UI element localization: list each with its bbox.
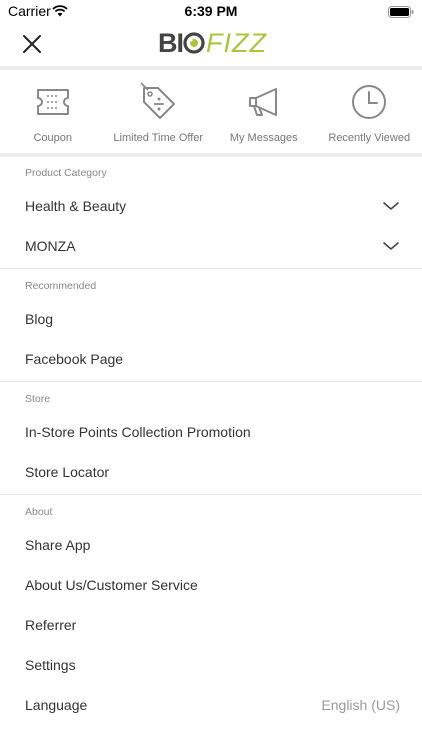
menu-item-label: Share App: [25, 537, 91, 553]
menu-item-label: Blog: [25, 311, 54, 327]
section-header-about: About: [25, 506, 53, 518]
clock-icon: [352, 85, 387, 119]
close-button[interactable]: [18, 30, 46, 58]
ticket-icon: [36, 89, 69, 115]
menu-item-label: MONZA: [25, 238, 76, 254]
menu-item-points-promotion[interactable]: In-Store Points Collection Promotion: [0, 412, 422, 452]
quick-action-label: My Messages: [229, 132, 298, 144]
chevron-down-icon: [383, 242, 399, 250]
menu-item-health-beauty[interactable]: Health & Beauty: [0, 186, 422, 226]
quick-action-label: Limited Time Offer: [113, 132, 204, 144]
section-header-recommended: Recommended: [25, 280, 97, 292]
status-time: 6:39 PM: [184, 3, 238, 19]
status-bar: Carrier 6:39 PM: [0, 0, 422, 22]
quick-action-label: Recently Viewed: [328, 132, 411, 144]
section-divider: [0, 268, 422, 269]
logo-o-icon: [183, 32, 205, 54]
menu-item-settings[interactable]: Settings: [0, 645, 422, 685]
quick-actions: Coupon Limited Time Offer My Messages Re…: [0, 70, 422, 154]
close-icon: [23, 35, 41, 53]
chevron-down-icon: [383, 202, 399, 210]
language-value: English (US): [321, 697, 400, 713]
app-header: BI FIZZ: [0, 22, 422, 66]
menu-item-share-app[interactable]: Share App: [0, 525, 422, 565]
menu-item-label: Health & Beauty: [25, 198, 127, 214]
discount-tag-icon: [140, 82, 176, 119]
menu-item-label: Facebook Page: [25, 351, 124, 367]
menu-item-label: About Us/Customer Service: [25, 577, 198, 593]
menu-item-about-us[interactable]: About Us/Customer Service: [0, 565, 422, 605]
quick-action-coupon[interactable]: Coupon: [0, 70, 106, 154]
side-menu: Product Category Health & Beauty MONZA R…: [0, 158, 422, 725]
quick-action-messages[interactable]: My Messages: [211, 70, 317, 154]
menu-item-language[interactable]: Language English (US): [0, 685, 422, 725]
menu-item-label: Store Locator: [25, 464, 110, 480]
megaphone-icon: [248, 88, 277, 116]
menu-item-label: In-Store Points Collection Promotion: [25, 424, 251, 440]
menu-item-store-locator[interactable]: Store Locator: [0, 452, 422, 492]
biofizz-logo: BI FIZZ: [158, 28, 267, 58]
menu-item-referrer[interactable]: Referrer: [0, 605, 422, 645]
section-header-store: Store: [25, 393, 51, 405]
section-divider: [0, 381, 422, 382]
logo-text-bio: BI: [158, 27, 184, 58]
quick-actions-divider: [0, 153, 422, 157]
menu-item-blog[interactable]: Blog: [0, 299, 422, 339]
quick-action-label: Coupon: [33, 132, 73, 144]
quick-action-limited-offer[interactable]: Limited Time Offer: [106, 70, 212, 154]
section-header-product-category: Product Category: [25, 167, 107, 179]
menu-item-facebook-page[interactable]: Facebook Page: [0, 339, 422, 379]
section-divider: [0, 494, 422, 495]
menu-item-monza[interactable]: MONZA: [0, 226, 422, 266]
logo-text-fizz: FIZZ: [206, 27, 267, 58]
battery-icon: [388, 5, 414, 23]
menu-item-label: Referrer: [25, 617, 77, 633]
menu-item-label: Language: [25, 697, 88, 713]
menu-item-label: Settings: [25, 657, 76, 673]
quick-action-recently-viewed[interactable]: Recently Viewed: [317, 70, 422, 154]
